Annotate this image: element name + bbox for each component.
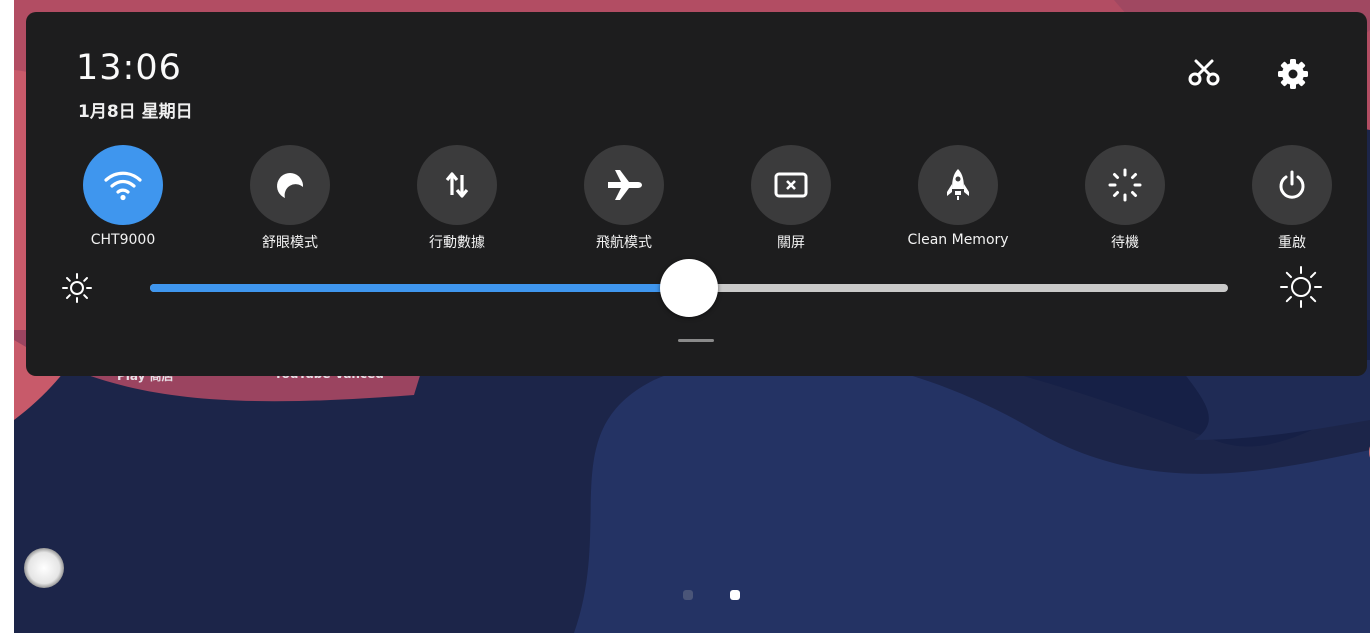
wifi-icon	[104, 171, 142, 201]
rocket-icon	[947, 169, 969, 200]
screenshot-button[interactable]	[1186, 58, 1222, 88]
tile-eye-comfort[interactable]: 舒眼模式	[215, 145, 365, 255]
tile-mobile-data-label: 行動數據	[429, 235, 485, 251]
moon-icon	[277, 173, 304, 198]
tile-airplane-mode-label: 飛航模式	[596, 235, 652, 251]
tile-screen-off-button[interactable]	[751, 145, 831, 225]
tile-screen-off[interactable]: 關屏	[716, 145, 866, 255]
tile-standby-label: 待機	[1111, 235, 1139, 251]
tile-airplane-mode[interactable]: 飛航模式	[549, 145, 699, 255]
brightness-slider-fill	[150, 284, 689, 292]
tile-mobile-data-button[interactable]	[417, 145, 497, 225]
brightness-slider-thumb[interactable]	[660, 259, 718, 317]
brightness-slider[interactable]	[150, 259, 1228, 317]
tile-clean-memory-label: Clean Memory	[907, 232, 1009, 248]
tile-wifi-button[interactable]	[83, 145, 163, 225]
brightness-control	[26, 259, 1367, 320]
standby-icon	[1108, 168, 1142, 202]
tile-mobile-data[interactable]: 行動數據	[382, 145, 532, 255]
tile-standby-button[interactable]	[1085, 145, 1165, 225]
tile-restart[interactable]: 重啟	[1217, 145, 1367, 255]
panel-drag-handle[interactable]	[678, 339, 714, 342]
mobile-data-icon	[445, 172, 469, 198]
tile-eye-comfort-button[interactable]	[250, 145, 330, 225]
screen-off-icon	[774, 172, 808, 198]
sun-small-icon[interactable]	[61, 272, 93, 304]
clock-date: 1月8日 星期日	[78, 102, 193, 122]
tile-airplane-mode-button[interactable]	[584, 145, 664, 225]
tile-restart-button[interactable]	[1252, 145, 1332, 225]
tile-clean-memory[interactable]: Clean Memory	[883, 145, 1033, 255]
floating-ball-button[interactable]	[24, 548, 64, 588]
tile-screen-off-label: 關屏	[777, 235, 805, 251]
settings-button[interactable]	[1276, 57, 1310, 91]
airplane-icon	[608, 170, 642, 200]
tile-clean-memory-button[interactable]	[918, 145, 998, 225]
tile-eye-comfort-label: 舒眼模式	[262, 235, 318, 251]
gear-icon	[1278, 59, 1308, 89]
quick-settings-panel: 13:06 1月8日 星期日 CHT9000 舒眼模式 行動數據 飛航模式 關屏…	[26, 12, 1367, 376]
clock-time: 13:06	[76, 48, 182, 88]
page-indicator-2	[730, 590, 740, 600]
scissors-icon	[1188, 59, 1220, 86]
tile-standby[interactable]: 待機	[1050, 145, 1200, 255]
page-indicator-1	[683, 590, 693, 600]
sun-large-icon[interactable]	[1279, 265, 1323, 309]
power-icon	[1279, 170, 1305, 199]
tile-restart-label: 重啟	[1278, 235, 1306, 251]
tile-wifi-label: CHT9000	[90, 232, 156, 248]
tile-wifi[interactable]: CHT9000	[48, 145, 198, 255]
